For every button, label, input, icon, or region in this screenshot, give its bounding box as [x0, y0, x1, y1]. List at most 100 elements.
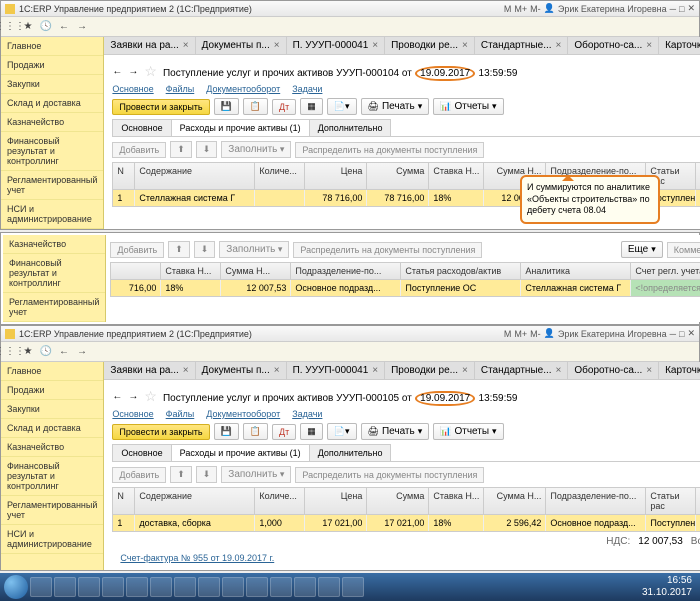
tab3[interactable]: Проводки ре...×: [385, 37, 475, 54]
table-row[interactable]: 1 доставка, сборка 1,000 17 021,00 17 02…: [112, 515, 700, 532]
totals-row: НДС: 12 007,53 Всего с НДС: 78 716,00 RU…: [112, 532, 700, 551]
table-row[interactable]: 716,00 18% 12 007,53 Основное подразд...…: [110, 280, 700, 297]
minimize-icon[interactable]: ─: [670, 329, 676, 339]
sb2[interactable]: Закупки: [1, 75, 103, 94]
fav-star-icon[interactable]: ☆: [144, 63, 157, 80]
star-icon[interactable]: ★: [19, 343, 37, 361]
m-distrib-button[interactable]: Распределить на документы поступления: [293, 242, 482, 258]
m-add-button[interactable]: Добавить: [110, 242, 164, 258]
reports-button[interactable]: 📊 Отчеты ▾: [433, 98, 503, 115]
sb1[interactable]: Продажи: [1, 56, 103, 75]
save-button[interactable]: 💾: [214, 98, 239, 115]
msb1[interactable]: Финансовый результат и контроллинг: [3, 254, 105, 293]
conduct-button[interactable]: 📋: [243, 98, 268, 115]
down-icon[interactable]: ⬇: [196, 141, 218, 158]
star-icon[interactable]: ★: [19, 18, 37, 36]
fwd-icon[interactable]: →: [73, 343, 91, 361]
back-icon[interactable]: ←: [55, 18, 73, 36]
conduct-close-button[interactable]: Провести и закрыть: [112, 424, 209, 440]
sl0[interactable]: Основное: [112, 84, 153, 94]
nav-right-icon[interactable]: →: [128, 66, 138, 77]
add-button[interactable]: Добавить: [112, 142, 166, 158]
col-desc[interactable]: Содержание: [135, 163, 255, 189]
col-n[interactable]: N: [113, 163, 135, 189]
sidebar: Главное Продажи Закупки Склад и доставка…: [1, 37, 104, 229]
tab5[interactable]: Оборотно-са...×: [568, 37, 659, 54]
col-sum[interactable]: Сумма: [367, 163, 429, 189]
dt-button[interactable]: Дт: [272, 424, 296, 440]
user-icon: 👤: [544, 328, 555, 339]
invoice-link[interactable]: Счет-фактура № 955 от 19.09.2017 г.: [120, 553, 274, 563]
save-button[interactable]: 💾: [214, 423, 239, 440]
col-qty[interactable]: Количе...: [255, 163, 305, 189]
fwd-icon[interactable]: →: [73, 18, 91, 36]
sb4[interactable]: Казначейство: [1, 113, 103, 132]
m-up-icon[interactable]: ⬆: [168, 241, 190, 258]
sb5[interactable]: Финансовый результат и контроллинг: [1, 132, 103, 171]
nav-left-icon[interactable]: ←: [112, 391, 122, 402]
col-vat[interactable]: Ставка Н...: [429, 163, 484, 189]
window-title: 1С:ERP Управление предприятием 2 (1С:Пре…: [19, 4, 504, 14]
maximize-icon[interactable]: □: [679, 329, 684, 339]
up-icon[interactable]: ⬆: [170, 466, 192, 483]
scan-button[interactable]: ▦: [300, 98, 323, 115]
st1[interactable]: Расходы и прочие активы (1): [171, 119, 310, 136]
st0[interactable]: Основное: [112, 119, 171, 136]
apps-icon[interactable]: ⋮⋮⋮: [1, 18, 19, 36]
tab1[interactable]: Документы п...×: [196, 37, 287, 54]
dt-button[interactable]: Дт: [272, 99, 296, 115]
print-button[interactable]: 🖨 Печать ▾: [361, 98, 430, 115]
sb7[interactable]: НСИ и администрирование: [1, 200, 103, 229]
distrib-button[interactable]: Распределить на документы поступления: [295, 142, 484, 158]
m-fill-button[interactable]: Заполнить ▾: [219, 241, 289, 258]
tab-close-icon[interactable]: ×: [183, 40, 189, 51]
app-icon: [5, 329, 15, 339]
col-price[interactable]: Цена: [305, 163, 367, 189]
m-more-button[interactable]: Еще ▾: [621, 241, 663, 258]
task-item[interactable]: [30, 577, 52, 597]
up-icon[interactable]: ⬆: [170, 141, 192, 158]
msb0[interactable]: Казначейство: [3, 235, 105, 254]
down-icon[interactable]: ⬇: [196, 466, 218, 483]
reports-button[interactable]: 📊 Отчеты ▾: [433, 423, 503, 440]
new-button[interactable]: 📄▾: [327, 423, 357, 440]
sl3[interactable]: Задачи: [292, 84, 322, 94]
tab6[interactable]: Карточка сче...×: [659, 37, 700, 54]
conduct-close-button[interactable]: Провести и закрыть: [112, 99, 209, 115]
fill-button[interactable]: Заполнить ▾: [221, 141, 291, 158]
sl1[interactable]: Файлы: [166, 84, 195, 94]
new-button[interactable]: 📄▾: [327, 98, 357, 115]
nav-left-icon[interactable]: ←: [112, 66, 122, 77]
sb0[interactable]: Главное: [1, 37, 103, 56]
history-icon[interactable]: 🕓: [37, 18, 55, 36]
m-down-icon[interactable]: ⬇: [194, 241, 216, 258]
start-orb-icon[interactable]: [4, 575, 28, 599]
maximize-icon[interactable]: □: [679, 4, 684, 14]
sidebar-mid: Казначейство Финансовый результат и конт…: [3, 235, 106, 322]
apps-icon[interactable]: ⋮⋮⋮: [1, 343, 19, 361]
msb2[interactable]: Регламентированный учет: [3, 293, 105, 322]
nav-right-icon[interactable]: →: [128, 391, 138, 402]
history-icon[interactable]: 🕓: [37, 343, 55, 361]
fav-star-icon[interactable]: ☆: [144, 388, 157, 405]
tray-clock[interactable]: 16:5631.10.2017: [642, 575, 696, 599]
user-icon: 👤: [544, 3, 555, 14]
close-icon[interactable]: ✕: [687, 328, 695, 339]
tab4[interactable]: Стандартные...×: [475, 37, 569, 54]
sb6[interactable]: Регламентированный учет: [1, 171, 103, 200]
sb3[interactable]: Склад и доставка: [1, 94, 103, 113]
scan-button[interactable]: ▦: [300, 423, 323, 440]
sl2[interactable]: Документооборот: [206, 84, 280, 94]
icon-mplus[interactable]: M+: [514, 4, 527, 14]
conduct-button[interactable]: 📋: [243, 423, 268, 440]
tab0[interactable]: Заявки на ра...×: [104, 37, 195, 54]
close-icon[interactable]: ✕: [687, 3, 695, 14]
titlebar: 1С:ERP Управление предприятием 2 (1С:Пре…: [1, 1, 699, 17]
st2[interactable]: Дополнительно: [309, 119, 392, 136]
minimize-icon[interactable]: ─: [670, 4, 676, 14]
icon-mminus[interactable]: M-: [530, 4, 541, 14]
icon-m[interactable]: M: [504, 4, 512, 14]
back-icon[interactable]: ←: [55, 343, 73, 361]
tab2[interactable]: П. УУУП-000041×: [287, 37, 386, 54]
print-button[interactable]: 🖨 Печать ▾: [361, 423, 430, 440]
